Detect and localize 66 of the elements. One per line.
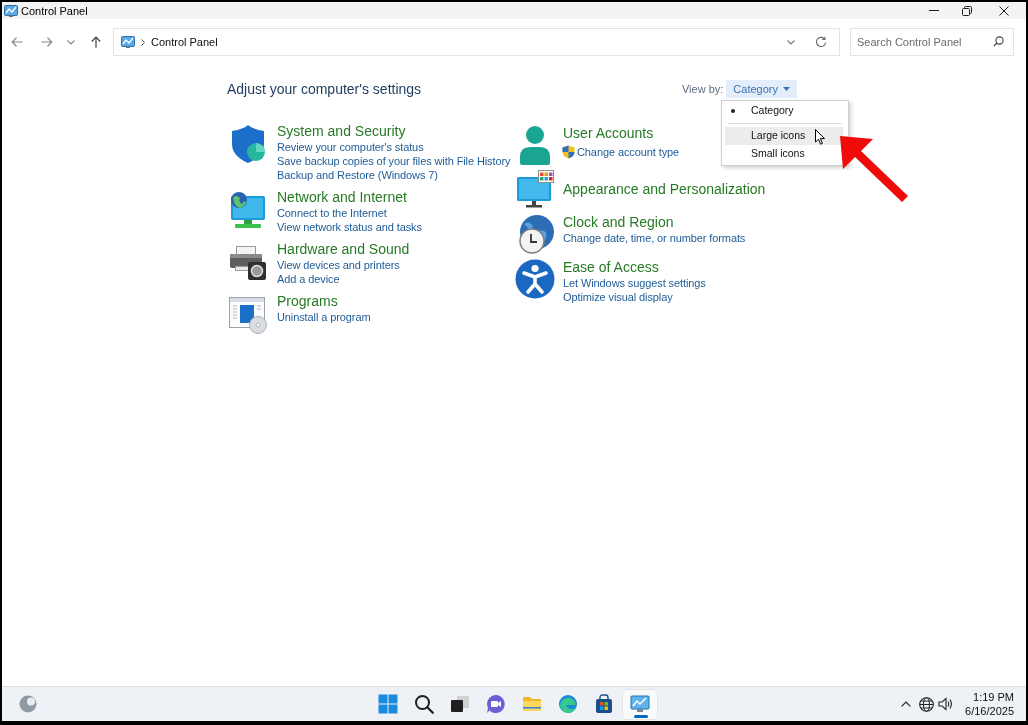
category-link[interactable]: Appearance and Personalization xyxy=(563,180,766,198)
speaker-icon xyxy=(938,697,954,711)
close-icon xyxy=(999,5,1009,16)
clock-time: 1:19 PM xyxy=(973,690,1014,704)
browser-icon xyxy=(558,694,578,714)
task-link[interactable]: Review your computer's status xyxy=(277,140,511,154)
minimize-icon xyxy=(929,10,939,11)
category-link[interactable]: User Accounts xyxy=(563,124,680,142)
cursor-icon xyxy=(815,129,825,145)
breadcrumb-item[interactable]: Control Panel xyxy=(151,33,218,51)
menu-item[interactable]: Large icons xyxy=(725,127,843,145)
globe-icon xyxy=(919,696,935,712)
control-panel-icon xyxy=(121,36,135,48)
widgets-icon xyxy=(19,695,37,713)
search-icon[interactable] xyxy=(993,36,1004,47)
control-panel-icon xyxy=(630,694,650,714)
category-link[interactable]: Hardware and Sound xyxy=(277,240,410,258)
task-link[interactable]: Connect to the Internet xyxy=(277,206,422,220)
forward-arrow-icon xyxy=(41,36,53,48)
start-icon xyxy=(378,694,398,714)
category-link[interactable]: Ease of Access xyxy=(563,258,706,276)
view-by-dropdown[interactable]: Category xyxy=(726,80,797,98)
chevron-up-icon xyxy=(901,701,912,707)
window-title: Control Panel xyxy=(21,3,88,18)
chat-icon xyxy=(486,694,506,714)
task-link[interactable]: View network status and tasks xyxy=(277,220,422,234)
chevron-right-icon xyxy=(141,38,145,46)
chevron-down-icon xyxy=(67,39,75,45)
category-link[interactable]: Network and Internet xyxy=(277,188,422,206)
task-link[interactable]: Let Windows suggest settings xyxy=(563,276,706,290)
clock-date: 6/16/2025 xyxy=(965,704,1014,718)
task-view-icon xyxy=(450,694,470,714)
address-bar[interactable]: Control Panel xyxy=(113,28,840,56)
category-link[interactable]: Clock and Region xyxy=(563,213,746,231)
monitor-palette-icon xyxy=(515,169,555,209)
widgets-button[interactable] xyxy=(19,695,37,713)
clock-button[interactable]: 1:19 PM 6/16/2025 xyxy=(965,690,1014,718)
menu-item[interactable]: Category xyxy=(725,102,843,120)
search-field[interactable]: Search Control Panel xyxy=(850,28,1014,56)
menu-item[interactable]: Small icons xyxy=(725,145,843,163)
task-link[interactable]: Backup and Restore (Windows 7) xyxy=(277,168,511,182)
folder-icon xyxy=(522,694,542,714)
program-window-icon xyxy=(228,294,268,334)
refresh-icon xyxy=(815,36,827,48)
up-arrow-icon xyxy=(90,36,102,48)
arrow-icon xyxy=(840,136,908,202)
search-icon xyxy=(414,694,434,714)
task-link[interactable]: Save backup copies of your files with File History xyxy=(277,154,511,168)
store-icon xyxy=(594,694,614,714)
task-link[interactable]: Optimize visual display xyxy=(563,290,706,304)
network-monitor-icon xyxy=(228,190,268,230)
task-link[interactable]: Change account type xyxy=(577,145,680,159)
page-heading: Adjust your computer's settings xyxy=(227,79,422,99)
category-link[interactable]: System and Security xyxy=(277,122,511,140)
shield-icon xyxy=(562,145,575,159)
restore-icon xyxy=(962,5,972,16)
accessibility-icon xyxy=(515,259,555,299)
task-link[interactable]: Change date, time, or number formats xyxy=(563,231,746,245)
back-arrow-icon xyxy=(11,36,23,48)
view-by-label: View by: xyxy=(682,81,724,97)
task-link[interactable]: Uninstall a program xyxy=(277,310,371,324)
caret-down-icon xyxy=(783,87,790,91)
task-link[interactable]: Add a device xyxy=(277,272,410,286)
chevron-down-icon xyxy=(787,39,795,45)
task-link[interactable]: View devices and printers xyxy=(277,258,410,272)
category-link[interactable]: Programs xyxy=(277,292,371,310)
